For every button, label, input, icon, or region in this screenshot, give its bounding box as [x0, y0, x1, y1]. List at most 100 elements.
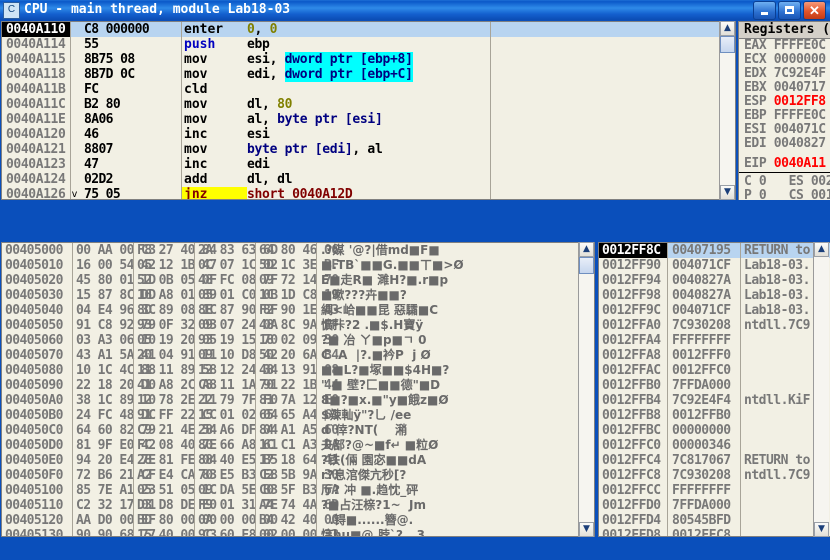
disassembly-row[interactable]: 0040A121 8807 mov byte ptr [edi], al — [2, 142, 735, 157]
stack-row[interactable]: 0012FF98 0040827A Lab18-03. — [599, 288, 830, 303]
dump-row[interactable]: 00405050 91 C8 92 79 93 0F 32 03 09 07 24 0… — [2, 318, 594, 333]
stack-row[interactable]: 0012FFC0 00000346 — [599, 438, 830, 453]
stack-row[interactable]: 0012FFA0 7C930208 ntdll.7C9 — [599, 318, 830, 333]
chevron-up-icon[interactable]: ▲ — [579, 242, 594, 257]
stack-scrollbar[interactable]: ▲ ▼ — [813, 242, 829, 537]
dump-row[interactable]: 004050F0 72 B6 21 CF A2 E4 CA 83 70 E5 B3 E… — [2, 468, 594, 483]
disassembly-row[interactable]: 0040A11E 8A06 mov al, byte ptr [esi] — [2, 112, 735, 127]
column-divider — [490, 22, 491, 199]
disassembly-row[interactable]: 0040A11C B2 80 mov dl, 80 — [2, 97, 735, 112]
stack-row[interactable]: 0012FF90 004071CF Lab18-03. — [599, 258, 830, 273]
dump-hex-group: 64 60 82 79 — [76, 423, 156, 438]
dump-hex-group: F8 27 40 84 — [137, 243, 217, 258]
disassembly-row[interactable]: 0040A126 v 75 05 jnz short 0040A12D — [2, 187, 735, 200]
stack-row[interactable]: 0012FFCC FFFFFFFF — [599, 483, 830, 498]
stack-row[interactable]: 0012FFA4 FFFFFFFF — [599, 333, 830, 348]
scroll-thumb[interactable] — [720, 36, 735, 53]
register-esp[interactable]: ESP 0012FF8 — [739, 95, 830, 109]
dump-row[interactable]: 004050D0 81 9F E0 42 FC 08 40 7E 80 66 A8 6… — [2, 438, 594, 453]
stack-row[interactable]: 0012FF9C 004071CF Lab18-03. — [599, 303, 830, 318]
disassembly-row[interactable]: 0040A118 8B7D 0C mov edi, dword ptr [ebp+C] — [2, 67, 735, 82]
register-ebp[interactable]: EBP FFFFE0C — [739, 109, 830, 123]
stack-row[interactable]: 0012FFB0 7FFDA000 — [599, 378, 830, 393]
disassembly-row[interactable]: 0040A123 47 inc edi — [2, 157, 735, 172]
dump-row[interactable]: 00405040 04 E4 96 3C 8D 89 08 1C 8E 87 90 8… — [2, 303, 594, 318]
dump-hex-group: 84 A1 A5 60 — [259, 423, 339, 438]
disassembly-pane[interactable]: 0040A110 C8 000000 enter 0, 0 0040A114 55 push… — [1, 21, 736, 200]
dump-row[interactable]: 004050A0 38 1C 89 10 12 78 2E 11 22 79 7F F… — [2, 393, 594, 408]
stack-row[interactable]: 0012FFD8 0012FFC8 — [599, 528, 830, 536]
dump-row[interactable]: 00405080 10 1C 4C 88 11 11 89 58 12 12 24 3… — [2, 363, 594, 378]
stack-row[interactable]: 0012FF94 0040827A Lab18-03. — [599, 273, 830, 288]
register-esi[interactable]: ESI 004071C — [739, 123, 830, 137]
chevron-down-icon[interactable]: ▼ — [579, 522, 594, 537]
chevron-down-icon[interactable]: ▼ — [814, 522, 829, 537]
stack-row[interactable]: 0012FFBC 00000000 — [599, 423, 830, 438]
disassembly-row[interactable]: 0040A110 C8 000000 enter 0, 0 — [2, 22, 735, 37]
chevron-up-icon[interactable]: ▲ — [720, 21, 735, 36]
disassembly-row[interactable]: 0040A115 8B75 08 mov esi, dword ptr [ebp+8] — [2, 52, 735, 67]
scroll-track[interactable] — [579, 274, 594, 522]
close-button[interactable]: ✕ — [803, 0, 826, 20]
stack-row[interactable]: 0012FFC4 7C817067 RETURN to — [599, 453, 830, 468]
dump-hex-group: 91 FF 22 CC — [137, 408, 217, 423]
stack-address: 0012FFC0 — [602, 438, 661, 453]
stack-row[interactable]: 0012FFD4 80545BFD — [599, 513, 830, 528]
maximize-button[interactable] — [778, 0, 801, 20]
memory-dump-pane[interactable]: 00405000 00 AA 00 C3 F8 27 40 84 2A 83 63 6… — [1, 242, 595, 537]
disassembly-row[interactable]: 0040A11B FC cld — [2, 82, 735, 97]
stack-value: 004071CF — [672, 303, 731, 318]
dump-hex-group: 10 1C 4C 88 — [76, 363, 156, 378]
dump-row[interactable]: 00405000 00 AA 00 C3 F8 27 40 84 2A 83 63 6… — [2, 243, 594, 258]
stack-row[interactable]: 0012FFB8 0012FFB0 — [599, 408, 830, 423]
dump-row[interactable]: 00405110 C2 32 17 01 D3 D8 DE E0 F9 01 31 7… — [2, 498, 594, 513]
dump-row[interactable]: 00405070 43 A1 5A 41 20 04 91 11 09 10 D8 4… — [2, 348, 594, 363]
register-edx[interactable]: EDX 7C92E4F — [739, 67, 830, 81]
chevron-down-icon[interactable]: ▼ — [720, 185, 735, 200]
dump-row[interactable]: 00405010 16 00 54 42 05 12 1B 47 0C 07 1C 0… — [2, 258, 594, 273]
scroll-track[interactable] — [814, 257, 829, 522]
dump-row[interactable]: 00405120 AA D0 00 EF BD 80 00 00 0A 00 00 0… — [2, 513, 594, 528]
instruction-address: 0040A126 — [6, 187, 66, 200]
dump-row[interactable]: 00405020 45 80 01 1D 52 0B 05 0F 48 FC 08 7… — [2, 273, 594, 288]
dump-row[interactable]: 004050B0 24 FC 48 DC 91 FF 22 CC 15 01 02 0… — [2, 408, 594, 423]
dump-row[interactable]: 004050C0 64 60 82 79 C9 21 4E 54 28 A6 DF 0… — [2, 423, 594, 438]
registers-pane[interactable]: Registers ( EAX FFFFE0C ECX 0000000 EDX 7C… — [738, 21, 830, 200]
dump-scrollbar[interactable]: ▲ ▼ — [578, 242, 594, 537]
disassembly-row[interactable]: 0040A120 46 inc esi — [2, 127, 735, 142]
stack-row[interactable]: 0012FFB4 7C92E4F4 ntdll.KiF — [599, 393, 830, 408]
instruction-mnemonic: add — [184, 172, 208, 187]
scroll-thumb[interactable] — [579, 257, 594, 274]
dump-ascii: ?■ 冶 ㄚ■p■ㄱ 0 — [321, 333, 427, 347]
title-bar[interactable]: C CPU - main thread, module Lab18-03 ✕ — [0, 0, 830, 20]
stack-address: 0012FFAC — [602, 363, 661, 378]
register-ecx[interactable]: ECX 0000000 — [739, 53, 830, 67]
scroll-track[interactable] — [720, 53, 735, 185]
register-ebx[interactable]: EBX 0040717 — [739, 81, 830, 95]
dump-row[interactable]: 00405030 15 87 8C DD 16 A8 01 89 05 01 C0 0… — [2, 288, 594, 303]
disassembly-row[interactable]: 0040A114 55 push ebp — [2, 37, 735, 52]
stack-row[interactable]: 0012FFA8 0012FFF0 — [599, 348, 830, 363]
disassembly-row[interactable]: 0040A124 02D2 add dl, dl — [2, 172, 735, 187]
stack-row[interactable]: 0012FF8C 00407195 RETURN to — [599, 243, 830, 258]
stack-pane[interactable]: 0012FF8C 00407195 RETURN to 0012FF90 004071C… — [598, 242, 830, 537]
dump-row[interactable]: 00405060 03 A3 06 10 05 19 20 05 93 19 15 7… — [2, 333, 594, 348]
dump-hex-group: C2 32 17 01 — [76, 498, 156, 513]
stack-row[interactable]: 0012FFAC 0012FFC0 — [599, 363, 830, 378]
dump-row[interactable]: 004050E0 94 20 E4 7E 28 81 FE 04 88 40 E5 B… — [2, 453, 594, 468]
disassembly-scrollbar[interactable]: ▲ ▼ — [719, 21, 735, 200]
dump-row[interactable]: 00405130 90 90 68 77 15 40 00 C3 9C 60 E8 0… — [2, 528, 594, 536]
window-title: CPU - main thread, module Lab18-03 — [24, 2, 291, 17]
register-eip[interactable]: EIP 0040A11 — [739, 157, 830, 171]
minimize-button[interactable] — [753, 0, 776, 20]
flag-p[interactable]: P 0 CS 001 — [739, 189, 830, 201]
register-eax[interactable]: EAX FFFFE0C — [739, 39, 830, 53]
dump-row[interactable]: 00405100 85 7E A1 23 05 51 05 1C 09 DA 5E B… — [2, 483, 594, 498]
flag-c[interactable]: C 0 ES 002 — [739, 175, 830, 189]
dump-hex-group: 22 79 7F F0 — [198, 393, 278, 408]
chevron-up-icon[interactable]: ▲ — [814, 242, 829, 257]
register-edi[interactable]: EDI 0040827 — [739, 137, 830, 151]
stack-row[interactable]: 0012FFD0 7FFDA000 — [599, 498, 830, 513]
stack-row[interactable]: 0012FFC8 7C930208 ntdll.7C9 — [599, 468, 830, 483]
dump-row[interactable]: 00405090 22 18 20 D0 41 A8 2C A8 C8 11 1A 9… — [2, 378, 594, 393]
